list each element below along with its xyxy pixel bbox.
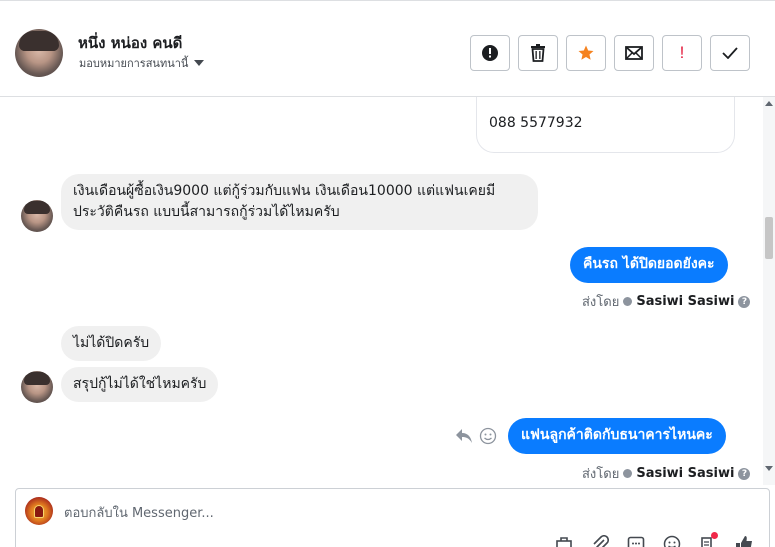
incoming-message[interactable]: สรุปกู้ไม่ได้ใช่ไหมครับ xyxy=(61,367,219,402)
contact-name[interactable]: หนึ่ง หน่อง คนดี xyxy=(78,31,182,55)
emoji-icon xyxy=(663,535,681,547)
alert-circle-icon xyxy=(482,45,498,61)
message-text: เงินเดือนผู้ซื้อเงิน9000 แต่กู้ร่วมกับแฟ… xyxy=(73,183,496,220)
page-avatar xyxy=(25,497,53,525)
mark-unread-button[interactable] xyxy=(614,35,654,71)
message-text: ไม่ได้ปิดครับ xyxy=(73,335,150,351)
outgoing-message[interactable]: คืนรถ ได้ปิดยอดยังคะ xyxy=(570,247,728,283)
saved-reply-icon xyxy=(627,536,645,547)
chevron-down-icon xyxy=(194,60,205,66)
sender-name[interactable]: Sasiwi Sasiwi xyxy=(636,466,734,481)
help-icon[interactable]: ? xyxy=(738,467,751,480)
message-text: คืนรถ ได้ปิดยอดยังคะ xyxy=(583,256,715,272)
attach-button[interactable] xyxy=(590,534,610,547)
scroll-thumb[interactable] xyxy=(765,217,773,259)
notes-button[interactable] xyxy=(698,532,718,547)
contact-avatar[interactable] xyxy=(21,200,53,232)
reply-icon[interactable] xyxy=(455,428,473,444)
emoji-reaction-icon[interactable] xyxy=(479,427,497,445)
help-icon[interactable]: ? xyxy=(738,295,751,308)
sent-by-info: ส่งโดย Sasiwi Sasiwi ? xyxy=(582,463,751,484)
message-thread[interactable]: 088 5577932 เงินเดือนผู้ซื้อเงิน9000 แต่… xyxy=(0,97,775,485)
assign-label: มอบหมายการสนทนานี้ xyxy=(79,57,189,70)
incoming-message[interactable]: ไม่ได้ปิดครับ xyxy=(61,326,162,361)
sent-by-label: ส่งโดย xyxy=(582,467,620,482)
bag-icon xyxy=(556,537,572,547)
contact-avatar[interactable] xyxy=(15,29,63,77)
saved-reply-button[interactable] xyxy=(626,534,646,547)
paperclip-icon xyxy=(593,535,609,547)
star-button[interactable] xyxy=(566,35,606,71)
spam-button[interactable]: ! xyxy=(662,35,702,71)
check-icon xyxy=(623,469,633,478)
sent-by-info: ส่งโดย Sasiwi Sasiwi ? xyxy=(582,291,751,312)
sent-by-label: ส่งโดย xyxy=(582,295,620,310)
report-button[interactable] xyxy=(470,35,510,71)
checkmark-icon xyxy=(722,47,738,59)
delete-button[interactable] xyxy=(518,35,558,71)
sender-name[interactable]: Sasiwi Sasiwi xyxy=(636,294,734,309)
exclamation-icon: ! xyxy=(679,43,685,62)
bag-button[interactable] xyxy=(554,534,574,547)
envelope-icon xyxy=(625,46,643,60)
reply-composer xyxy=(15,488,770,547)
trash-icon xyxy=(531,44,545,62)
scrollbar[interactable] xyxy=(763,97,775,485)
outgoing-message[interactable]: แฟนลูกค้าติดกับธนาคารไหนคะ xyxy=(508,418,726,454)
message-tools xyxy=(455,427,497,445)
reply-input[interactable] xyxy=(64,504,664,522)
check-icon xyxy=(623,297,633,306)
star-icon xyxy=(578,45,594,60)
like-button[interactable] xyxy=(734,534,754,547)
message-text: แฟนลูกค้าติดกับธนาคารไหนคะ xyxy=(521,427,713,443)
conversation-header: หนึ่ง หน่อง คนดี มอบหมายการสนทนานี้ ! xyxy=(0,0,775,97)
thumbs-up-icon xyxy=(736,536,752,547)
scroll-down-arrow[interactable] xyxy=(765,466,773,471)
composer-toolbar xyxy=(554,532,754,547)
emoji-button[interactable] xyxy=(662,534,682,547)
incoming-message[interactable]: เงินเดือนผู้ซื้อเงิน9000 แต่กู้ร่วมกับแฟ… xyxy=(61,174,538,230)
scroll-up-arrow[interactable] xyxy=(765,101,773,106)
phone-number[interactable]: 088 5577932 xyxy=(489,115,583,131)
contact-avatar[interactable] xyxy=(21,371,53,403)
conversation-actions: ! xyxy=(470,35,750,71)
phone-card-message[interactable]: 088 5577932 xyxy=(476,97,735,153)
done-button[interactable] xyxy=(710,35,750,71)
assign-conversation-dropdown[interactable]: มอบหมายการสนทนานี้ xyxy=(79,54,205,72)
notification-dot xyxy=(711,532,718,539)
message-text: สรุปกู้ไม่ได้ใช่ไหมครับ xyxy=(73,376,207,392)
